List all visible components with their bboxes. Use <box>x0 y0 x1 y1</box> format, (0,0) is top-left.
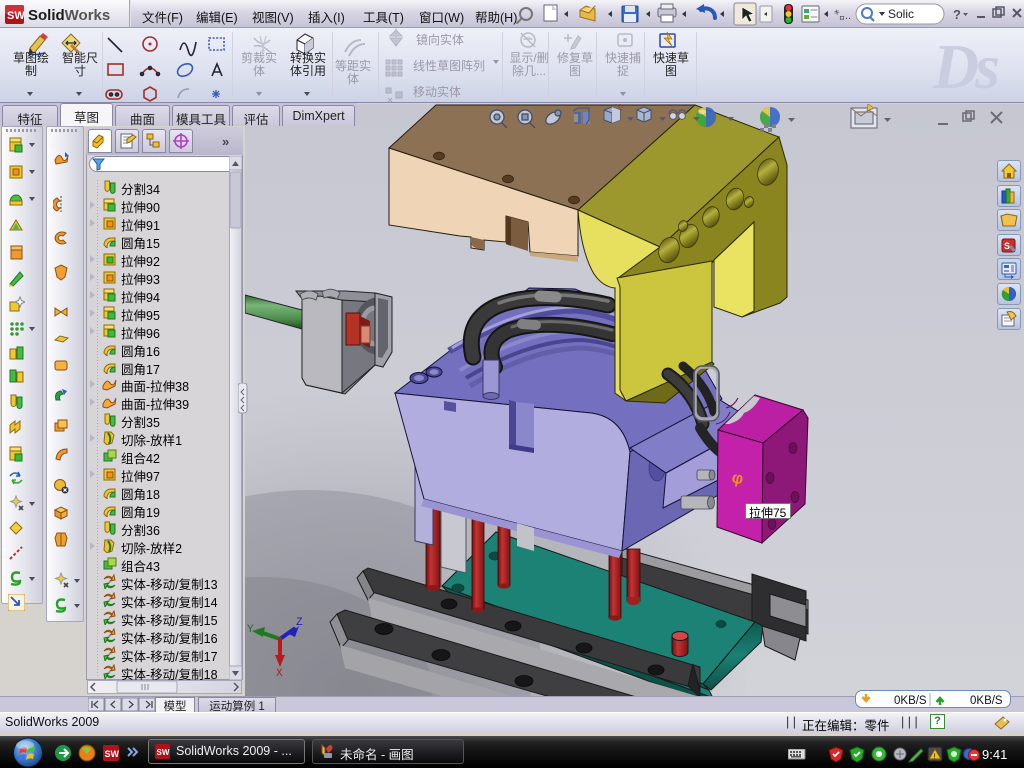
svg-text:!: ! <box>934 754 936 761</box>
svg-text:S: S <box>1004 241 1010 251</box>
svg-text:0KB/S: 0KB/S <box>970 695 1003 707</box>
svg-text:SW: SW <box>105 749 120 759</box>
svg-text:X: X <box>276 668 283 680</box>
svg-text:Solic: Solic <box>888 7 914 21</box>
svg-text:SolidWorks: SolidWorks <box>28 7 110 24</box>
svg-text:㌔..: ㌔.. <box>834 9 851 22</box>
svg-text:0KB/S: 0KB/S <box>894 695 927 707</box>
svg-text:SW: SW <box>157 748 170 757</box>
svg-text:Y: Y <box>247 624 254 636</box>
svg-text:Z: Z <box>296 617 303 629</box>
svg-text:SW: SW <box>7 10 25 22</box>
svg-text:?: ? <box>953 7 961 22</box>
